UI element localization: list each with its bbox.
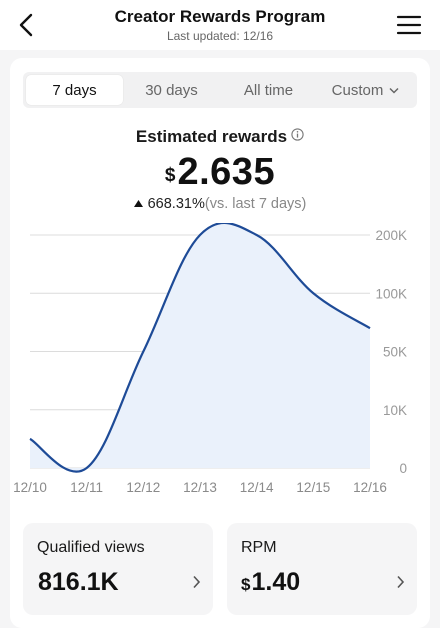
- y-tick-label: 50K: [383, 345, 407, 360]
- x-tick-label: 12/14: [240, 480, 274, 495]
- rpm-card[interactable]: RPM $1.40: [227, 523, 417, 615]
- x-tick-label: 12/11: [70, 480, 103, 495]
- rewards-chart-svg: 0 10K 50K 100K 200K 12/10 12/11 12/12 12/13 12/14…: [13, 223, 407, 495]
- time-range-tabs: 7 days 30 days All time Custom: [23, 72, 417, 108]
- y-tick-label: 10K: [383, 403, 407, 418]
- page-title: Creator Rewards Program: [114, 7, 326, 26]
- tab-label: All time: [243, 81, 294, 99]
- metric-number: 816.1K: [38, 568, 119, 596]
- estimated-rewards-heading: Estimated rewards: [10, 127, 430, 147]
- triangle-up-icon: [133, 195, 143, 211]
- rewards-change: 668.31%(vs. last 7 days): [10, 196, 430, 212]
- metric-label: RPM: [241, 539, 277, 556]
- metric-number: 1.40: [251, 568, 301, 596]
- metric-currency: $: [241, 575, 251, 594]
- change-comparison: (vs. last 7 days): [204, 196, 307, 212]
- rewards-value: 2.635: [177, 151, 276, 193]
- rewards-area-fill: [30, 223, 370, 472]
- tab-30-days[interactable]: 30 days: [123, 75, 220, 105]
- menu-button[interactable]: [396, 12, 422, 38]
- hamburger-menu-icon: [396, 15, 422, 35]
- chevron-right-icon: [192, 575, 201, 594]
- x-tick-label: 12/15: [296, 480, 330, 495]
- chevron-right-icon: [396, 575, 405, 594]
- estimated-rewards-label: Estimated rewards: [135, 127, 288, 146]
- info-icon[interactable]: [291, 126, 304, 146]
- change-percent: 668.31%: [147, 196, 205, 212]
- rewards-chart: 0 10K 50K 100K 200K 12/10 12/11 12/12 12/13 12/14…: [10, 223, 430, 513]
- y-tick-label: 100K: [375, 286, 407, 301]
- chevron-down-icon: [389, 87, 399, 94]
- header-bar: Creator Rewards Program Last updated: 12…: [0, 0, 440, 50]
- tab-label: Custom: [331, 81, 384, 99]
- tab-all-time[interactable]: All time: [220, 75, 317, 105]
- metric-value: $1.40: [241, 568, 300, 597]
- x-tick-label: 12/12: [126, 480, 160, 495]
- rewards-amount: $2.635: [10, 151, 430, 194]
- tab-label: 7 days: [52, 81, 97, 99]
- currency-symbol: $: [164, 165, 176, 186]
- x-tick-label: 12/16: [353, 480, 387, 495]
- tab-custom[interactable]: Custom: [317, 75, 414, 105]
- metric-label: Qualified views: [37, 539, 145, 556]
- qualified-views-card[interactable]: Qualified views 816.1K: [23, 523, 213, 615]
- metric-value: 816.1K: [37, 568, 119, 597]
- tab-label: 30 days: [145, 81, 198, 99]
- y-tick-label: 0: [399, 461, 407, 476]
- y-tick-label: 200K: [375, 228, 407, 243]
- tab-7-days[interactable]: 7 days: [26, 75, 123, 105]
- x-tick-label: 12/13: [183, 480, 217, 495]
- last-updated-text: Last updated: 12/16: [166, 29, 274, 43]
- x-tick-label: 12/10: [13, 480, 47, 495]
